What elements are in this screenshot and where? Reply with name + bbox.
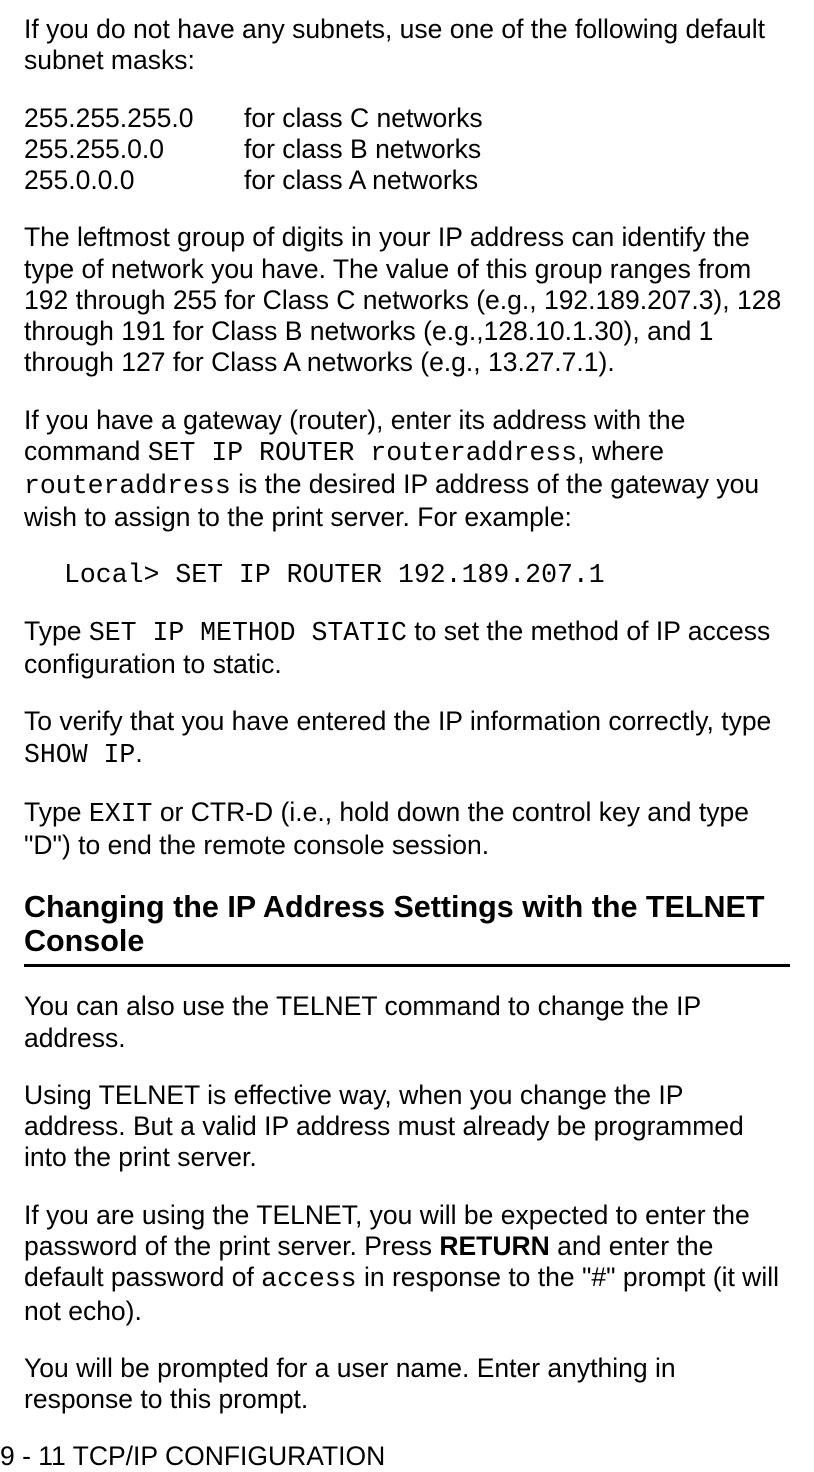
code: SHOW IP: [24, 740, 135, 770]
telnet-paragraph-4: You will be prompted for a user name. En…: [24, 1353, 790, 1416]
subnet-mask: 255.0.0.0: [24, 165, 244, 196]
code: EXIT: [89, 799, 153, 829]
text: , where: [577, 436, 664, 466]
code: SET IP METHOD STATIC: [89, 618, 407, 648]
subnet-mask: 255.255.0.0: [24, 134, 244, 165]
text: Type: [24, 616, 89, 646]
text: Type: [24, 797, 89, 827]
text: .: [135, 738, 142, 768]
code: SET IP ROUTER routeraddress: [148, 438, 577, 468]
table-row: 255.0.0.0 for class A networks: [24, 165, 483, 196]
code: routeraddress: [24, 471, 231, 501]
telnet-paragraph-1: You can also use the TELNET command to c…: [24, 991, 790, 1054]
table-row: 255.255.0.0 for class B networks: [24, 134, 483, 165]
subnet-mask: 255.255.255.0: [24, 103, 244, 134]
router-example-command: Local> SET IP ROUTER 192.189.207.1: [64, 560, 790, 590]
verify-paragraph: To verify that you have entered the IP i…: [24, 706, 790, 771]
subnet-desc: for class B networks: [244, 134, 483, 165]
subnet-table: 255.255.255.0 for class C networks 255.2…: [24, 103, 483, 197]
static-paragraph: Type SET IP METHOD STATIC to set the met…: [24, 616, 790, 681]
text: To verify that you have entered the IP i…: [24, 706, 771, 736]
table-row: 255.255.255.0 for class C networks: [24, 103, 483, 134]
gateway-paragraph: If you have a gateway (router), enter it…: [24, 405, 790, 534]
section-heading-telnet: Changing the IP Address Settings with th…: [24, 891, 790, 958]
code: access: [261, 1264, 356, 1294]
leftmost-paragraph: The leftmost group of digits in your IP …: [24, 222, 790, 378]
return-key: RETURN: [439, 1231, 549, 1261]
telnet-paragraph-3: If you are using the TELNET, you will be…: [24, 1200, 790, 1327]
intro-paragraph: If you do not have any subnets, use one …: [24, 14, 790, 77]
subnet-desc: for class C networks: [244, 103, 483, 134]
telnet-paragraph-2: Using TELNET is effective way, when you …: [24, 1080, 790, 1174]
page-footer: 9 - 11 TCP/IP CONFIGURATION: [0, 1441, 790, 1472]
section-rule: [24, 964, 790, 967]
exit-paragraph: Type EXIT or CTR-D (i.e., hold down the …: [24, 797, 790, 862]
subnet-desc: for class A networks: [244, 165, 483, 196]
